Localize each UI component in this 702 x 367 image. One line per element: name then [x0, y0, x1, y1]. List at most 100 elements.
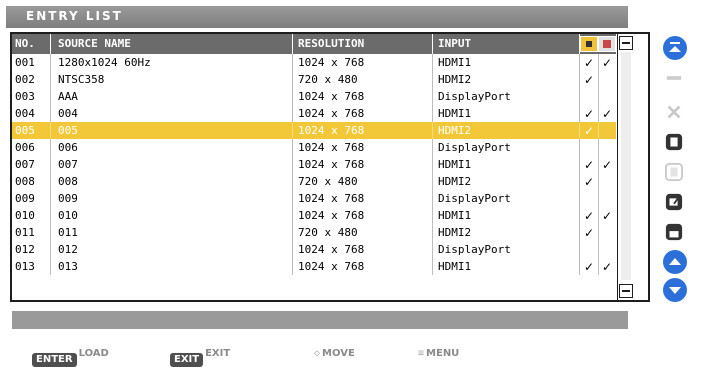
footer-exit: EXITEXIT	[170, 347, 230, 367]
save-icon	[665, 223, 683, 241]
table-row[interactable]: 011 011 720 x 480 HDMI2 ✓	[12, 224, 616, 241]
scroll-top-button[interactable]	[660, 34, 690, 62]
table-row[interactable]: 009 009 1024 x 768 DisplayPort	[12, 190, 616, 207]
scrollbar-track[interactable]	[621, 52, 631, 280]
cell-input: HDMI2	[438, 175, 472, 188]
cell-input: HDMI1	[438, 209, 472, 222]
cell-source-name: 010	[58, 209, 78, 222]
table-row[interactable]: 003 AAA 1024 x 768 DisplayPort	[12, 88, 616, 105]
cell-resolution: 1024 x 768	[298, 107, 365, 120]
table-row[interactable]: 002 NTSC358 720 x 480 HDMI2 ✓	[12, 71, 616, 88]
cell-resolution: 1024 x 768	[298, 56, 365, 69]
paste-icon	[665, 163, 683, 181]
save-button[interactable]	[660, 218, 690, 246]
cell-input: DisplayPort	[438, 90, 511, 103]
cell-resolution: 1024 x 768	[298, 243, 365, 256]
cell-no: 001	[15, 56, 35, 69]
cell-lock-check: ✓	[584, 158, 595, 172]
cell-no: 008	[15, 175, 35, 188]
cell-skip-check: ✓	[602, 260, 613, 274]
enter-key-badge: ENTER	[32, 353, 77, 367]
cell-no: 012	[15, 243, 35, 256]
col-header-input: INPUT	[438, 37, 472, 50]
table-row[interactable]: 012 012 1024 x 768 DisplayPort	[12, 241, 616, 258]
cell-source-name: AAA	[58, 90, 78, 103]
table-row[interactable]: 004 004 1024 x 768 HDMI1 ✓ ✓	[12, 105, 616, 122]
col-header-no: NO.	[15, 37, 35, 50]
table-row[interactable]: 001 1280x1024 60Hz 1024 x 768 HDMI1 ✓ ✓	[12, 54, 616, 71]
footer-load: ENTERLOAD	[32, 347, 109, 367]
cell-lock-check: ✓	[584, 175, 595, 189]
table-row[interactable]: 006 006 1024 x 768 DisplayPort	[12, 139, 616, 156]
load-label: LOAD	[78, 348, 109, 359]
table-row[interactable]: 005 005 1024 x 768 HDMI2 ✓	[12, 122, 616, 139]
scrollbar[interactable]	[617, 34, 634, 300]
exit-key-badge: EXIT	[170, 353, 204, 367]
cell-skip-check: ✓	[602, 209, 613, 223]
cell-input: HDMI1	[438, 107, 472, 120]
cell-input: HDMI2	[438, 226, 472, 239]
page-down-button[interactable]	[660, 276, 690, 304]
cell-no: 009	[15, 192, 35, 205]
cell-no: 007	[15, 158, 35, 171]
cell-resolution: 720 x 480	[298, 226, 358, 239]
col-header-resolution: RESOLUTION	[298, 37, 365, 50]
cell-lock-check: ✓	[584, 56, 595, 70]
cell-skip-check: ✓	[602, 158, 613, 172]
copy-icon	[665, 133, 683, 151]
cell-lock-check: ✓	[584, 260, 595, 274]
lock-icon	[580, 36, 598, 52]
cell-input: HDMI1	[438, 56, 472, 69]
cell-resolution: 1024 x 768	[298, 158, 365, 171]
cut-button[interactable]	[660, 64, 690, 92]
cell-lock-check: ✓	[584, 107, 595, 121]
page-up-icon	[663, 250, 687, 274]
page-up-button[interactable]	[660, 248, 690, 276]
delete-button[interactable]	[660, 98, 690, 126]
cell-source-name: NTSC358	[58, 73, 105, 86]
cell-input: DisplayPort	[438, 141, 511, 154]
cell-no: 011	[15, 226, 35, 239]
scroll-up-button[interactable]	[619, 36, 633, 50]
cell-lock-check: ✓	[584, 73, 595, 87]
cell-source-name: 1280x1024 60Hz	[58, 56, 151, 69]
entry-rows: 001 1280x1024 60Hz 1024 x 768 HDMI1 ✓ ✓ 002 NTS…	[12, 54, 616, 275]
cell-resolution: 720 x 480	[298, 73, 358, 86]
cell-resolution: 1024 x 768	[298, 90, 365, 103]
cell-no: 013	[15, 260, 35, 273]
table-row[interactable]: 013 013 1024 x 768 HDMI1 ✓ ✓	[12, 258, 616, 275]
table-header: NO. SOURCE NAME RESOLUTION INPUT	[12, 34, 616, 54]
copy-button[interactable]	[660, 128, 690, 156]
delete-icon	[667, 105, 681, 119]
edit-icon	[665, 193, 683, 211]
cell-source-name: 013	[58, 260, 78, 273]
edit-button[interactable]	[660, 188, 690, 216]
cell-no: 006	[15, 141, 35, 154]
table-row[interactable]: 010 010 1024 x 768 HDMI1 ✓ ✓	[12, 207, 616, 224]
page-down-icon	[663, 278, 687, 302]
arrow-keys-icon: ◇	[314, 348, 321, 359]
cell-source-name: 004	[58, 107, 78, 120]
cell-source-name: 005	[58, 124, 78, 137]
cell-no: 003	[15, 90, 35, 103]
cell-input: HDMI2	[438, 73, 472, 86]
cell-lock-check: ✓	[584, 124, 595, 138]
cell-skip-check: ✓	[602, 107, 613, 121]
cell-no: 004	[15, 107, 35, 120]
cell-no: 010	[15, 209, 35, 222]
cell-source-name: 011	[58, 226, 78, 239]
cell-input: HDMI2	[438, 124, 472, 137]
table-row[interactable]: 007 007 1024 x 768 HDMI1 ✓ ✓	[12, 156, 616, 173]
table-row[interactable]: 008 008 720 x 480 HDMI2 ✓	[12, 173, 616, 190]
move-label: MOVE	[322, 348, 355, 359]
entry-list-panel: NO. SOURCE NAME RESOLUTION INPUT 001 1280…	[10, 32, 650, 302]
cell-lock-check: ✓	[584, 226, 595, 240]
cell-resolution: 1024 x 768	[298, 141, 365, 154]
window-title: ENTRY LIST	[26, 9, 123, 23]
cell-resolution: 720 x 480	[298, 175, 358, 188]
cell-source-name: 007	[58, 158, 78, 171]
cell-resolution: 1024 x 768	[298, 260, 365, 273]
paste-button[interactable]	[660, 158, 690, 186]
scroll-down-button[interactable]	[619, 284, 633, 298]
footer-key-guide: ENTERLOAD EXITEXIT ◇ MOVE ≡ MENU	[0, 342, 702, 367]
